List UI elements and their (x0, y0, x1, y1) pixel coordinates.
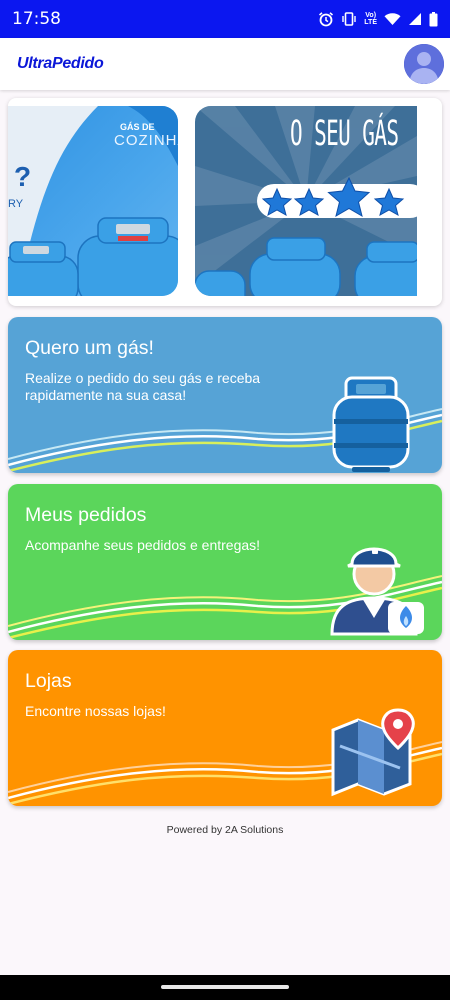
battery-icon (429, 11, 438, 26)
alarm-icon (319, 12, 334, 27)
gas-cylinder-icon (332, 376, 410, 472)
my-orders-description: Acompanhe seus pedidos e entregas! (25, 537, 261, 553)
banner-slide-cooking-gas[interactable]: GÁS DE COZINHA ? RY (8, 106, 178, 296)
status-icons: Vo) LTE (318, 11, 438, 27)
slide-1-tag: GÁS DE (120, 122, 155, 132)
volte-label: Vo) (365, 12, 377, 19)
powered-by-label: Powered by 2A Solutions (166, 824, 284, 836)
status-time: 17:58 (12, 9, 61, 29)
vibrate-icon (342, 12, 356, 26)
my-orders-title: Meus pedidos (25, 504, 147, 526)
my-orders-card[interactable]: Meus pedidos Acompanhe seus pedidos e en… (8, 484, 442, 640)
stores-title: Lojas (25, 670, 72, 692)
signal-icon (409, 13, 421, 25)
app-brand: UltraPedido (17, 55, 104, 72)
slide-1-mark: ? (14, 161, 32, 192)
map-pin-icon (331, 708, 415, 797)
stores-description: Encontre nossas lojas! (25, 703, 166, 719)
user-avatar-icon[interactable] (404, 44, 444, 84)
stores-card[interactable]: Lojas Encontre nossas lojas! (8, 650, 442, 806)
volte-icon: Vo) LTE (364, 12, 377, 26)
banner-carousel[interactable]: GÁS DE COZINHA ? RY (8, 98, 442, 306)
slide-2-headline: O SEU GÁS (290, 114, 399, 154)
order-gas-description: Realize o pedido do seu gás e receba rap… (25, 370, 261, 403)
banner-slide-your-gas[interactable]: O SEU GÁS (195, 106, 417, 296)
home-gesture-handle[interactable] (161, 985, 289, 989)
slide-1-fragment: RY (8, 198, 24, 210)
wifi-icon (384, 13, 401, 25)
lte-label: LTE (364, 19, 377, 26)
order-gas-title: Quero um gás! (25, 337, 154, 359)
slide-1-headline: COZINHA (114, 132, 178, 149)
system-navigation-bar (0, 975, 450, 1000)
delivery-person-icon (330, 547, 424, 636)
user-silhouette-icon (404, 44, 444, 84)
app-bar: UltraPedido (0, 38, 450, 90)
order-gas-card[interactable]: Quero um gás! Realize o pedido do seu gá… (8, 317, 442, 473)
status-bar: 17:58 Vo) LTE (0, 0, 450, 38)
